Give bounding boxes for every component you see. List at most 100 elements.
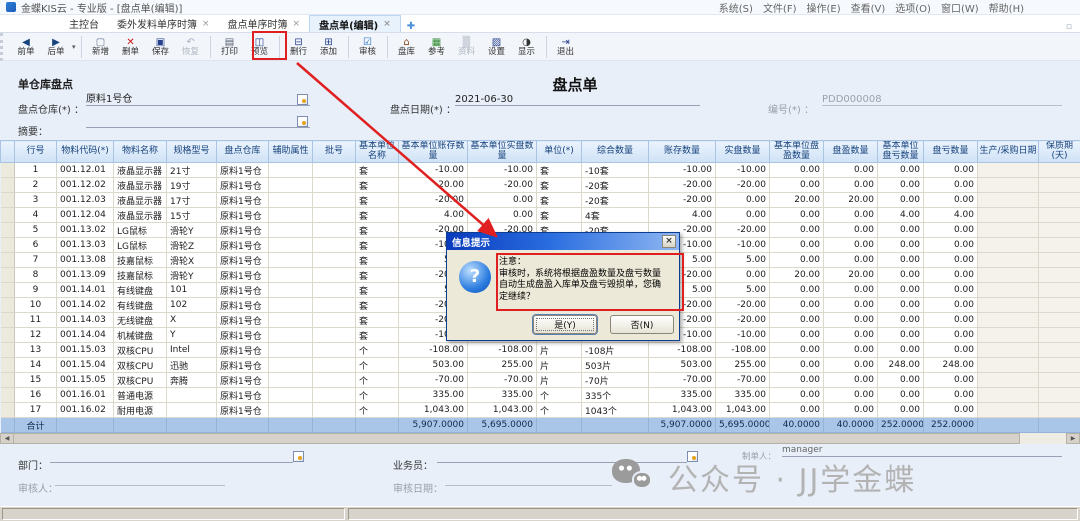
grid-cell[interactable] bbox=[1039, 283, 1080, 298]
grid-cell[interactable]: 0.00 bbox=[770, 298, 824, 313]
grid-cell[interactable]: 机械键盘 bbox=[114, 328, 167, 343]
grid-cell[interactable]: 0.00 bbox=[824, 403, 878, 418]
grid-cell[interactable]: 4.00 bbox=[399, 208, 468, 223]
grid-cell[interactable]: 0.00 bbox=[716, 268, 770, 283]
grid-cell[interactable] bbox=[978, 283, 1039, 298]
grid-cell[interactable] bbox=[269, 208, 313, 223]
grid-cell[interactable]: 原料1号仓 bbox=[217, 403, 269, 418]
grid-cell[interactable]: 0.00 bbox=[824, 208, 878, 223]
toolbar-button-参考[interactable]: ▦参考 bbox=[422, 33, 452, 60]
grid-cell[interactable]: 双核CPU bbox=[114, 358, 167, 373]
grid-cell[interactable]: 个 bbox=[356, 343, 399, 358]
grid-cell[interactable]: 技嘉鼠标 bbox=[114, 253, 167, 268]
grid-cell[interactable]: 套 bbox=[537, 163, 582, 178]
grid-cell[interactable]: 20.00 bbox=[770, 193, 824, 208]
grid-cell[interactable]: 0.00 bbox=[878, 193, 924, 208]
grid-cell[interactable]: 套 bbox=[356, 178, 399, 193]
grid-cell[interactable]: 套 bbox=[356, 283, 399, 298]
grid-cell[interactable] bbox=[269, 268, 313, 283]
grid-cell[interactable]: 0.00 bbox=[924, 298, 978, 313]
row-indicator[interactable] bbox=[1, 253, 15, 268]
row-indicator[interactable] bbox=[1, 163, 15, 178]
toolbar-button-添加[interactable]: ⊞添加 bbox=[314, 33, 344, 60]
tab-close-icon[interactable]: × bbox=[202, 19, 210, 29]
row-indicator[interactable] bbox=[1, 298, 15, 313]
grid-cell[interactable]: 原料1号仓 bbox=[217, 328, 269, 343]
grid-cell[interactable] bbox=[167, 388, 217, 403]
grid-cell[interactable]: 0.00 bbox=[878, 238, 924, 253]
grid-cell[interactable]: -108.00 bbox=[716, 343, 770, 358]
grid-cell[interactable] bbox=[269, 298, 313, 313]
grid-cell[interactable]: LG鼠标 bbox=[114, 238, 167, 253]
grid-cell[interactable]: 1 bbox=[15, 163, 57, 178]
grid-cell[interactable] bbox=[313, 163, 356, 178]
grid-cell[interactable]: 奔腾 bbox=[167, 373, 217, 388]
grid-cell[interactable]: 个 bbox=[537, 403, 582, 418]
grid-cell[interactable] bbox=[978, 388, 1039, 403]
grid-cell[interactable] bbox=[978, 238, 1039, 253]
grid-cell[interactable] bbox=[1039, 238, 1080, 253]
grid-cell[interactable]: 0.00 bbox=[824, 178, 878, 193]
grid-cell[interactable] bbox=[313, 403, 356, 418]
grid-cell[interactable] bbox=[269, 343, 313, 358]
row-indicator[interactable] bbox=[1, 208, 15, 223]
grid-cell[interactable]: 个 bbox=[356, 403, 399, 418]
grid-cell[interactable]: 原料1号仓 bbox=[217, 283, 269, 298]
grid-cell[interactable]: 14 bbox=[15, 358, 57, 373]
grid-cell[interactable] bbox=[269, 313, 313, 328]
grid-cell[interactable]: 0.00 bbox=[878, 313, 924, 328]
grid-cell[interactable] bbox=[1039, 268, 1080, 283]
grid-cell[interactable]: 001.16.01 bbox=[57, 388, 114, 403]
grid-cell[interactable]: 8 bbox=[15, 268, 57, 283]
grid-cell[interactable] bbox=[978, 358, 1039, 373]
grid-cell[interactable]: 17 bbox=[15, 403, 57, 418]
scroll-thumb[interactable] bbox=[14, 433, 1020, 444]
grid-cell[interactable]: 4套 bbox=[582, 208, 649, 223]
grid-cell[interactable]: 0.00 bbox=[924, 238, 978, 253]
grid-cell[interactable]: 001.14.02 bbox=[57, 298, 114, 313]
grid-cell[interactable]: 双核CPU bbox=[114, 343, 167, 358]
row-indicator[interactable] bbox=[1, 313, 15, 328]
dept-lookup-icon[interactable] bbox=[293, 451, 304, 462]
grid-cell[interactable] bbox=[313, 238, 356, 253]
grid-cell[interactable]: 0.00 bbox=[924, 343, 978, 358]
grid-cell[interactable]: 001.14.01 bbox=[57, 283, 114, 298]
grid-cell[interactable]: 0.00 bbox=[824, 358, 878, 373]
grid-cell[interactable]: 0.00 bbox=[824, 253, 878, 268]
grid-cell[interactable]: 21寸 bbox=[167, 163, 217, 178]
grid-cell[interactable]: 0.00 bbox=[770, 208, 824, 223]
grid-cell[interactable]: -108.00 bbox=[399, 343, 468, 358]
grid-cell[interactable]: -20.00 bbox=[716, 178, 770, 193]
toolbar-button-显示[interactable]: ◑显示 bbox=[512, 33, 542, 60]
grid-cell[interactable] bbox=[269, 253, 313, 268]
grid-cell[interactable]: 0.00 bbox=[824, 343, 878, 358]
grid-cell[interactable]: 0.00 bbox=[824, 238, 878, 253]
grid-cell[interactable]: 001.13.03 bbox=[57, 238, 114, 253]
grid-cell[interactable]: X bbox=[167, 313, 217, 328]
grid-cell[interactable]: -20.00 bbox=[649, 193, 716, 208]
grid-cell[interactable]: 4.00 bbox=[878, 208, 924, 223]
grid-cell[interactable] bbox=[1039, 328, 1080, 343]
no-button[interactable]: 否(N) bbox=[610, 315, 674, 334]
grid-cell[interactable]: 001.14.03 bbox=[57, 313, 114, 328]
grid-cell[interactable]: 0.00 bbox=[878, 343, 924, 358]
grid-cell[interactable]: 0.00 bbox=[770, 313, 824, 328]
grid-cell[interactable]: 个 bbox=[537, 388, 582, 403]
grid-cell[interactable]: 原料1号仓 bbox=[217, 163, 269, 178]
grid-cell[interactable]: 12 bbox=[15, 328, 57, 343]
new-tab-icon[interactable]: ✚ bbox=[407, 21, 415, 32]
grid-cell[interactable] bbox=[313, 223, 356, 238]
grid-cell[interactable] bbox=[1039, 253, 1080, 268]
tab-close-icon[interactable]: × bbox=[293, 19, 301, 29]
menu-item[interactable]: 选项(O) bbox=[895, 0, 931, 15]
grid-cell[interactable]: 3 bbox=[15, 193, 57, 208]
grid-cell[interactable]: 19寸 bbox=[167, 178, 217, 193]
grid-cell[interactable] bbox=[313, 328, 356, 343]
grid-cell[interactable]: 原料1号仓 bbox=[217, 358, 269, 373]
grid-cell[interactable]: 原料1号仓 bbox=[217, 238, 269, 253]
tab-close-icon[interactable]: × bbox=[383, 19, 391, 29]
grid-cell[interactable]: 无线键盘 bbox=[114, 313, 167, 328]
grid-cell[interactable]: 9 bbox=[15, 283, 57, 298]
grid-cell[interactable] bbox=[313, 208, 356, 223]
grid-cell[interactable] bbox=[269, 373, 313, 388]
